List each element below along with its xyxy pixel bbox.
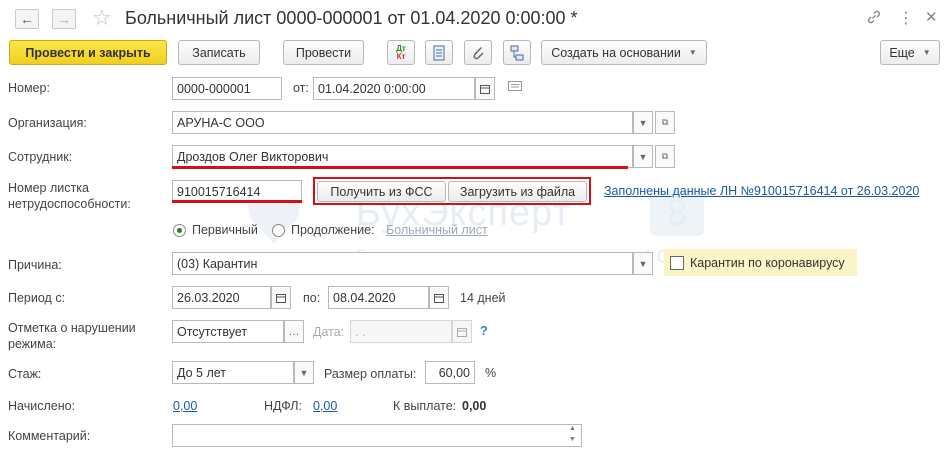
accrued-label: Начислено:: [8, 399, 76, 413]
ndfl-link[interactable]: 0,00: [313, 399, 337, 413]
to-pay-label: К выплате:: [393, 399, 457, 413]
chevron-down-icon: ▼: [638, 117, 648, 128]
forward-button[interactable]: →: [52, 9, 76, 29]
period-to-field[interactable]: 08.04.2020: [328, 286, 429, 309]
organization-field[interactable]: АРУНА-С ООО: [172, 111, 633, 134]
paperclip-icon: [473, 46, 484, 59]
continuation-link[interactable]: Больничный лист: [386, 223, 488, 237]
pay-size-field[interactable]: 60,00: [425, 361, 475, 384]
organization-dropdown-button[interactable]: ▼: [633, 111, 653, 134]
calendar-icon: [276, 293, 286, 303]
scroll-up-icon[interactable]: ▲: [569, 425, 576, 432]
continuation-label: Продолжение:: [291, 223, 375, 237]
ellipsis-icon: …: [288, 325, 300, 338]
experience-field[interactable]: До 5 лет: [172, 361, 294, 384]
period-label: Период с:: [8, 291, 66, 305]
period-days-text: 14 дней: [460, 291, 506, 305]
comment-field[interactable]: [172, 424, 582, 447]
to-pay-value: 0,00: [462, 399, 487, 413]
attach-file-button[interactable]: [464, 40, 492, 65]
open-window-icon: ⧉: [661, 117, 669, 127]
organization-open-button[interactable]: ⧉: [655, 111, 675, 134]
violation-date-calendar-button: [452, 320, 472, 343]
chevron-down-icon: ▼: [638, 258, 648, 269]
number-field[interactable]: 0000-000001: [172, 77, 282, 100]
period-to-calendar-button[interactable]: [429, 286, 449, 309]
violation-date-label: Дата:: [313, 325, 345, 339]
star-icon[interactable]: ☆: [92, 5, 112, 31]
comment-icon[interactable]: [508, 81, 522, 96]
coronavirus-label: Карантин по коронавирусу: [690, 255, 845, 270]
violation-date-field: . .: [350, 320, 452, 343]
ndfl-label: НДФЛ:: [264, 399, 302, 413]
hierarchy-icon: [510, 45, 524, 60]
load-from-file-button[interactable]: Загрузить из файла: [448, 181, 587, 202]
calendar-button[interactable]: [475, 77, 495, 100]
accrued-link[interactable]: 0,00: [173, 399, 197, 413]
report-button[interactable]: [425, 40, 453, 65]
more-button[interactable]: Еще ▼: [880, 40, 940, 65]
filled-data-link[interactable]: Заполнены данные ЛН №910015716414 от 26.…: [604, 184, 919, 198]
structure-button[interactable]: [503, 40, 531, 65]
sheet-number-highlight: [172, 200, 302, 203]
more-vertical-icon[interactable]: ⋮: [898, 8, 914, 28]
scroll-down-icon[interactable]: ▼: [569, 436, 576, 443]
arrow-right-icon: →: [57, 11, 71, 27]
period-from-calendar-button[interactable]: [271, 286, 291, 309]
continuation-radio[interactable]: [272, 224, 285, 237]
coronavirus-checkbox[interactable]: [670, 255, 684, 270]
experience-label: Стаж:: [8, 367, 42, 381]
document-list-icon: [433, 45, 445, 60]
link-icon[interactable]: [866, 9, 882, 29]
employee-dropdown-button[interactable]: ▼: [633, 145, 653, 168]
sheet-number-label: Номер листка нетрудоспособности:: [8, 181, 131, 211]
chevron-down-icon: ▼: [299, 367, 309, 378]
organization-label: Организация:: [8, 116, 87, 130]
reason-dropdown-button[interactable]: ▼: [633, 252, 653, 275]
calendar-icon: [480, 84, 490, 94]
close-icon[interactable]: ✕: [925, 8, 938, 26]
violation-label: Отметка о нарушении режима:: [8, 321, 136, 351]
primary-radio[interactable]: [173, 224, 186, 237]
period-to-label: по:: [303, 291, 321, 305]
calendar-icon: [434, 293, 444, 303]
percent-sign: %: [485, 366, 497, 380]
create-based-on-button[interactable]: Создать на основании ▼: [541, 40, 707, 65]
date-from-label: от:: [293, 81, 309, 95]
number-label: Номер:: [8, 81, 50, 95]
page-title: Больничный лист 0000-000001 от 01.04.202…: [125, 8, 578, 28]
employee-highlight: [172, 166, 628, 169]
help-icon[interactable]: ?: [480, 324, 488, 338]
get-from-fss-button[interactable]: Получить из ФСС: [317, 181, 446, 202]
calendar-icon: [457, 327, 467, 337]
arrow-left-icon: ←: [20, 11, 34, 27]
violation-field[interactable]: Отсутствует: [172, 320, 284, 343]
chevron-down-icon: ▼: [638, 151, 648, 162]
coronavirus-quarantine-checkbox-area[interactable]: Карантин по коронавирусу: [664, 249, 857, 276]
violation-select-button[interactable]: …: [284, 320, 304, 343]
post-button[interactable]: Провести: [283, 40, 364, 65]
back-button[interactable]: ←: [15, 9, 39, 29]
chevron-down-icon: ▼: [922, 48, 931, 57]
employee-field[interactable]: Дроздов Олег Викторович: [172, 145, 633, 168]
reason-field[interactable]: (03) Карантин: [172, 252, 633, 275]
employee-open-button[interactable]: ⧉: [655, 145, 675, 168]
primary-label: Первичный: [192, 223, 258, 237]
pay-size-label: Размер оплаты:: [324, 367, 417, 381]
reason-label: Причина:: [8, 258, 62, 272]
dt-kt-button[interactable]: Дт Кт: [387, 40, 415, 65]
chevron-down-icon: ▼: [688, 48, 697, 57]
post-and-close-button[interactable]: Провести и закрыть: [9, 40, 167, 65]
save-button[interactable]: Записать: [178, 40, 260, 65]
employee-label: Сотрудник:: [8, 150, 73, 164]
experience-dropdown-button[interactable]: ▼: [294, 361, 314, 384]
comment-label: Комментарий:: [8, 429, 91, 443]
date-field[interactable]: 01.04.2020 0:00:00: [313, 77, 475, 100]
period-from-field[interactable]: 26.03.2020: [172, 286, 271, 309]
open-window-icon: ⧉: [661, 151, 669, 161]
